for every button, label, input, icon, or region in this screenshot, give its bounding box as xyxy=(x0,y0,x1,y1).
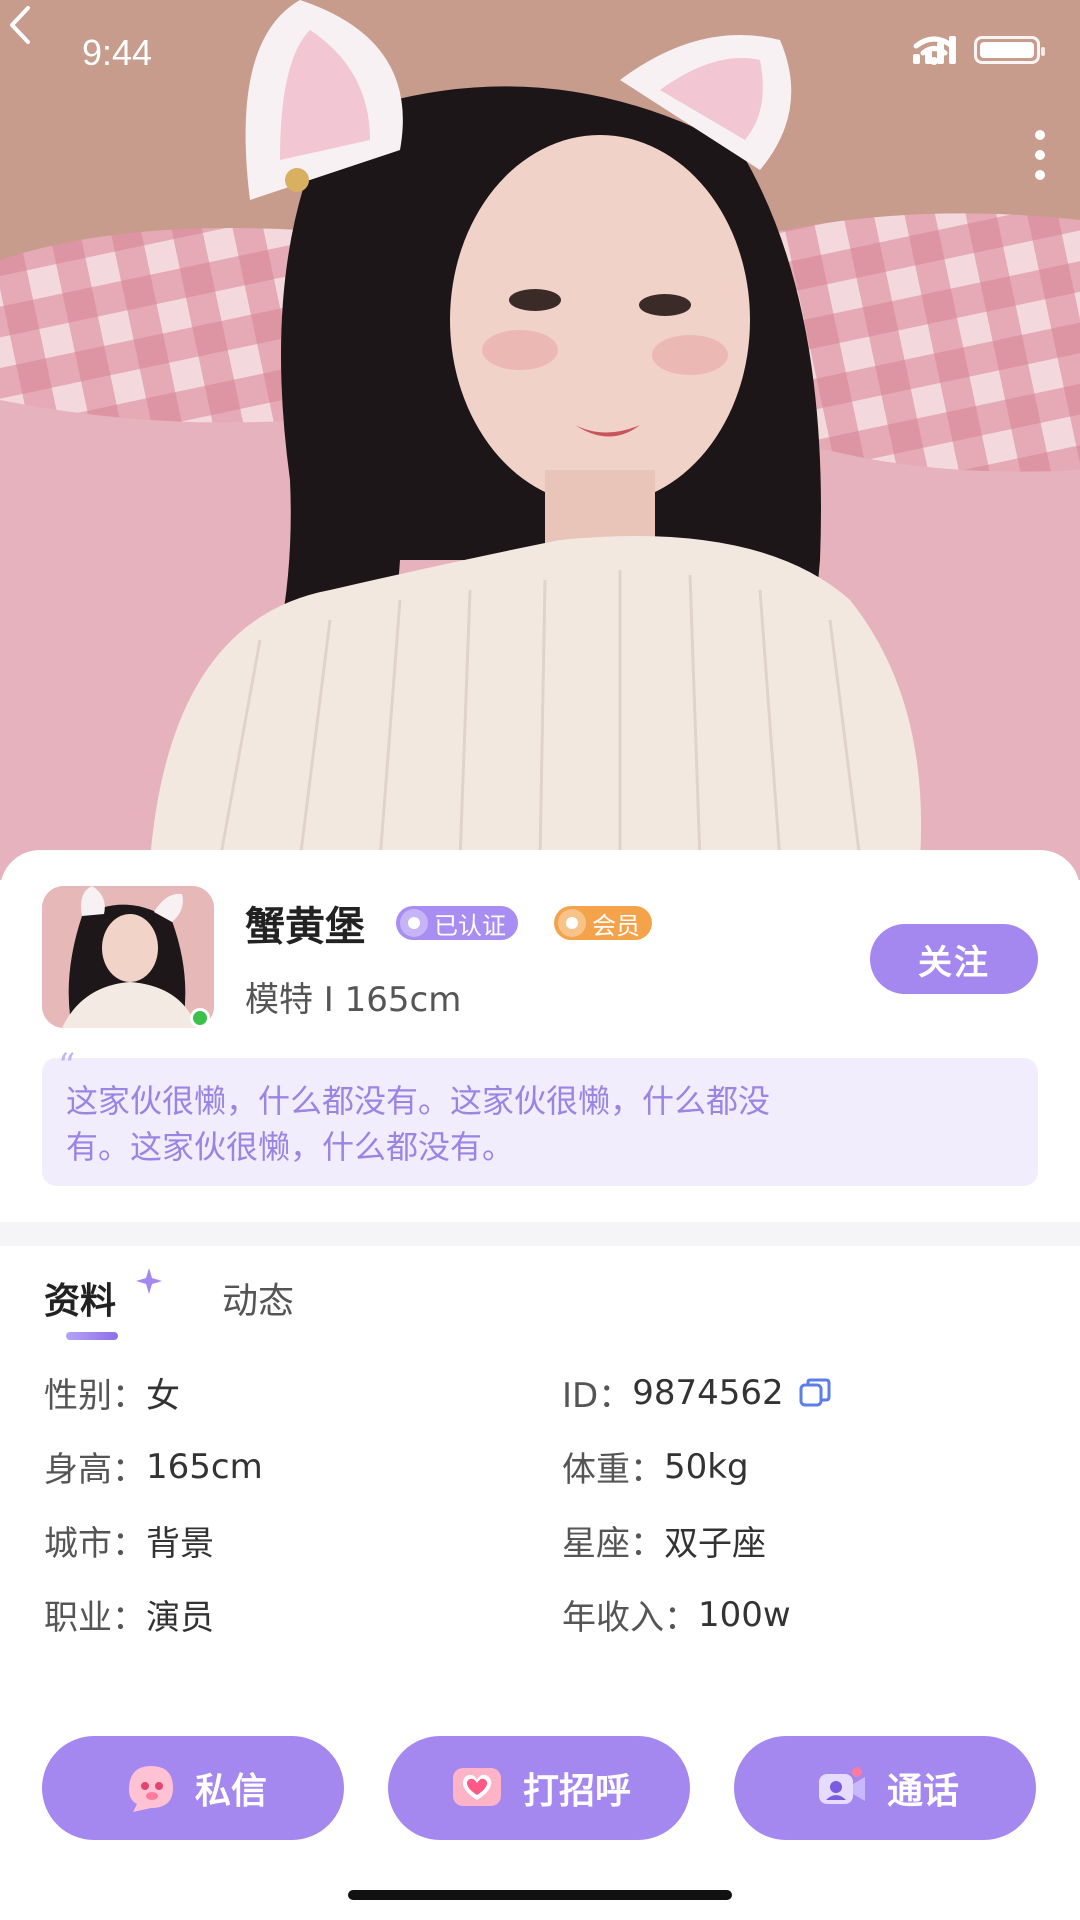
info-weight-label: 体重： xyxy=(562,1450,664,1490)
tab-active-indicator xyxy=(66,1332,118,1340)
vip-badge: 会员 xyxy=(554,906,652,940)
section-divider xyxy=(0,1222,1080,1246)
online-status-dot xyxy=(190,1008,210,1028)
heart-message-icon xyxy=(452,1768,501,1806)
info-gender-label: 性别： xyxy=(44,1376,146,1416)
bio-line-2: 有。这家伙很懒，什么都没有。 xyxy=(66,1128,515,1166)
video-call-icon xyxy=(818,1767,865,1804)
profile-cover-photo[interactable]: 9:44 xyxy=(0,0,1080,880)
quote-icon: “ xyxy=(58,1046,76,1086)
info-income: 年收入： 100w xyxy=(562,1590,791,1639)
info-gender: 性别： 女 xyxy=(44,1368,180,1417)
info-city: 城市： 背景 xyxy=(44,1516,214,1565)
info-height-label: 身高： xyxy=(44,1450,146,1490)
info-zodiac-value: 双子座 xyxy=(664,1524,766,1564)
info-city-label: 城市： xyxy=(44,1524,146,1564)
cover-photo-illustration xyxy=(0,0,1080,880)
info-job-value: 演员 xyxy=(146,1598,214,1638)
nickname: 蟹黄堡 xyxy=(245,904,365,950)
vip-badge-label: 会员 xyxy=(592,911,640,940)
info-income-value: 100w xyxy=(698,1594,791,1635)
bio-box: 这家伙很懒，什么都没有。这家伙很懒，什么都没 有。这家伙很懒，什么都没有。 xyxy=(42,1058,1038,1186)
info-height: 身高： 165cm xyxy=(44,1442,263,1491)
status-bar: 9:44 xyxy=(0,0,1080,110)
message-button[interactable]: 私信 xyxy=(42,1736,344,1840)
status-icons xyxy=(913,36,1045,65)
info-city-value: 背景 xyxy=(146,1524,214,1564)
diamond-icon xyxy=(558,909,586,937)
battery-icon xyxy=(974,36,1045,64)
greet-button[interactable]: 打招呼 xyxy=(388,1736,690,1840)
user-icon xyxy=(400,909,428,937)
copy-icon[interactable] xyxy=(798,1377,832,1409)
tab-moments[interactable]: 动态 xyxy=(222,1272,294,1324)
back-arrow-icon[interactable] xyxy=(0,0,40,50)
info-weight-value: 50kg xyxy=(664,1446,749,1487)
info-job-label: 职业： xyxy=(44,1598,146,1638)
info-income-label: 年收入： xyxy=(562,1598,698,1638)
status-time: 9:44 xyxy=(82,32,153,73)
call-button-label: 通话 xyxy=(886,1771,959,1812)
verified-badge: 已认证 xyxy=(396,906,518,940)
profile-card: 蟹黄堡 已认证 会员 模特 I 165cm 关注 这家伙很懒，什么都没有。这家伙… xyxy=(0,850,1080,1920)
greet-button-label: 打招呼 xyxy=(522,1771,631,1812)
avatar-illustration xyxy=(42,886,214,1028)
info-zodiac-label: 星座： xyxy=(562,1524,664,1564)
message-button-label: 私信 xyxy=(194,1771,267,1812)
home-indicator[interactable] xyxy=(348,1890,732,1900)
verified-badge-label: 已认证 xyxy=(434,911,506,940)
ghost-chat-icon xyxy=(128,1766,173,1812)
info-id-value: 9874562 xyxy=(632,1372,784,1413)
call-button[interactable]: 通话 xyxy=(734,1736,1036,1840)
follow-button[interactable]: 关注 xyxy=(870,924,1038,994)
info-id: ID： 9874562 xyxy=(562,1368,832,1417)
info-height-value: 165cm xyxy=(146,1446,263,1487)
info-gender-value: 女 xyxy=(146,1376,180,1416)
info-weight: 体重： 50kg xyxy=(562,1442,749,1491)
avatar[interactable] xyxy=(42,886,214,1028)
more-options-icon[interactable] xyxy=(1030,130,1050,180)
wifi-icon xyxy=(913,36,955,65)
info-zodiac: 星座： 双子座 xyxy=(562,1516,766,1565)
info-job: 职业： 演员 xyxy=(44,1590,214,1639)
tab-profile[interactable]: 资料 xyxy=(44,1272,116,1324)
sparkle-icon xyxy=(136,1268,162,1294)
info-id-label: ID： xyxy=(562,1376,633,1416)
profile-subtitle: 模特 I 165cm xyxy=(245,980,462,1020)
bio-line-1: 这家伙很懒，什么都没有。这家伙很懒，什么都没 xyxy=(66,1082,771,1120)
